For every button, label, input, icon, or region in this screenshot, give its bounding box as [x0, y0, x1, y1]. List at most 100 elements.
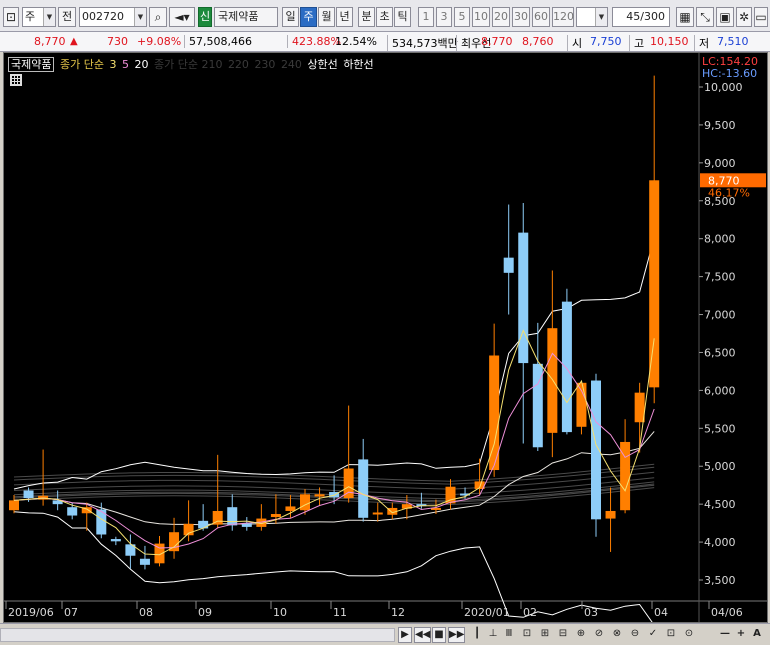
y-tick-label: 6,500: [704, 346, 736, 359]
fast-forward-button[interactable]: ▶▶: [448, 627, 466, 643]
chart-legend: 국제약품 종가 단순 3 5 20 종가 단순 210 220 230 240 …: [8, 56, 376, 72]
grid-layout-icon[interactable]: ▦: [676, 7, 694, 27]
legend-upper-limit[interactable]: 상한선: [307, 58, 337, 71]
price-chart[interactable]: 3,500 4,000 4,500 5,000 5,500 6,000 6,500 7,000…: [3, 52, 768, 623]
volume: 57,508,466: [184, 35, 252, 48]
x-tick-label: 09: [198, 606, 212, 619]
y-tick-label: 5,500: [704, 422, 736, 435]
legend-ma5[interactable]: 5: [122, 58, 129, 71]
legend-ma220: 220: [227, 58, 249, 71]
candle-body: [605, 510, 616, 519]
trend-line-tool-icon[interactable]: Ⅲ: [502, 627, 516, 643]
y-tick-label: 9,500: [704, 119, 736, 132]
interval-20[interactable]: 20: [492, 7, 510, 27]
chevron-down-icon: ▼: [595, 8, 607, 26]
candle-body: [649, 180, 660, 388]
chart-type-value: 주: [25, 10, 36, 23]
x-tick-label: 2019/06: [8, 606, 54, 619]
interval-30[interactable]: 30: [512, 7, 530, 27]
rewind-button[interactable]: ◀◀: [414, 627, 432, 643]
price-info-bar: 8,770 ▲ 730 +9.08% 57,508,466 423.88% 12…: [0, 32, 770, 52]
target-tool-icon[interactable]: ⊙: [682, 627, 696, 643]
legend-stock-name[interactable]: 국제약품: [8, 57, 55, 72]
high-price: 10,150: [650, 35, 689, 48]
x-tick-label: 02: [523, 606, 537, 619]
hc-label: HC:-13.60: [702, 67, 757, 80]
x-tick-label: 03: [584, 606, 598, 619]
horizontal-line-tool-icon[interactable]: ⊥: [486, 627, 500, 643]
legend-lower-limit[interactable]: 하한선: [343, 58, 373, 71]
candle-body: [139, 558, 150, 565]
stop-button[interactable]: ■: [432, 627, 446, 643]
period-week[interactable]: 주: [300, 7, 317, 27]
trade-amount: 534,573백만: [387, 35, 458, 51]
speaker-icon[interactable]: ◄▾: [169, 7, 195, 27]
zoom-out-button[interactable]: —: [718, 627, 732, 643]
candle-body: [576, 382, 587, 427]
candle-body: [561, 301, 572, 433]
up-arrow-icon: ▲: [70, 36, 78, 47]
scroll-right-button[interactable]: ▶: [398, 627, 412, 643]
x-tick-label: 08: [139, 606, 153, 619]
candle-body: [23, 490, 34, 499]
interval-3[interactable]: 3: [436, 7, 452, 27]
display-count-total: /300: [640, 10, 665, 23]
low-price: 7,510: [717, 35, 749, 48]
chart-type-select[interactable]: 주 ▼: [22, 7, 56, 27]
search-icon[interactable]: ⌕: [149, 7, 167, 27]
period-day[interactable]: 일: [282, 7, 299, 27]
gear-icon[interactable]: ✲: [736, 7, 752, 27]
legend-ma3[interactable]: 3: [109, 58, 116, 71]
y-tick-label: 7,500: [704, 271, 736, 284]
check-tool-icon[interactable]: ✓: [646, 627, 660, 643]
y-tick-label: 8,000: [704, 233, 736, 246]
interval-1[interactable]: 1: [418, 7, 434, 27]
interval-5[interactable]: 5: [454, 7, 470, 27]
y-tick-label: 4,500: [704, 498, 736, 511]
candle-body: [343, 468, 354, 499]
select-tool-icon[interactable]: ⊡: [664, 627, 678, 643]
candle-body: [358, 459, 369, 518]
period-tick[interactable]: 틱: [394, 7, 411, 27]
interval-60[interactable]: 60: [532, 7, 550, 27]
window-menu-icon[interactable]: ⊡: [3, 7, 19, 27]
rectangle-tool-icon[interactable]: ⊡: [520, 627, 534, 643]
interval-120[interactable]: 120: [552, 7, 574, 27]
price-type-button[interactable]: 전: [58, 7, 76, 27]
vertical-line-tool-icon[interactable]: ┃: [470, 627, 484, 643]
stock-code-input[interactable]: 002720 ▼: [79, 7, 147, 27]
indicator-icon[interactable]: ⤡: [696, 7, 714, 27]
expand-icon[interactable]: ▭: [754, 7, 768, 27]
candle-body: [634, 392, 645, 423]
x-tick-label: 12: [391, 606, 405, 619]
angle-tool-icon[interactable]: ⊘: [592, 627, 606, 643]
candle-body: [67, 507, 78, 516]
zoom-in-button[interactable]: +: [734, 627, 748, 643]
interval-10[interactable]: 10: [472, 7, 490, 27]
save-icon[interactable]: ▣: [716, 7, 734, 27]
display-count-input[interactable]: 45/300: [612, 7, 670, 27]
text-tool-button[interactable]: A: [750, 627, 764, 643]
period-month[interactable]: 월: [318, 7, 335, 27]
x-tick-label: 04: [654, 606, 668, 619]
period-year[interactable]: 년: [336, 7, 353, 27]
grid-tool-icon[interactable]: ⊞: [538, 627, 552, 643]
cross-tool-icon[interactable]: ⊗: [610, 627, 624, 643]
period-minute[interactable]: 분: [358, 7, 375, 27]
fibonacci-tool-icon[interactable]: ⊟: [556, 627, 570, 643]
candle-body: [518, 232, 529, 364]
channel-tool-icon[interactable]: ⊖: [628, 627, 642, 643]
candlestick-plot[interactable]: 3,500 4,000 4,500 5,000 5,500 6,000 6,500 7,000…: [4, 53, 768, 623]
legend-ma20[interactable]: 20: [134, 58, 148, 71]
period-second[interactable]: 초: [376, 7, 393, 27]
ma5-line: [13, 352, 655, 549]
table-icon[interactable]: [10, 74, 22, 86]
chart-scrollbar[interactable]: [0, 628, 395, 642]
x-tick-label: 07: [64, 606, 78, 619]
interval-custom-select[interactable]: ▼: [576, 7, 608, 27]
y-tick-label: 9,000: [704, 157, 736, 170]
open-price: 7,750: [590, 35, 622, 48]
circle-tool-icon[interactable]: ⊕: [574, 627, 588, 643]
candle-body: [270, 514, 281, 518]
y-tick-label: 10,000: [704, 81, 743, 94]
